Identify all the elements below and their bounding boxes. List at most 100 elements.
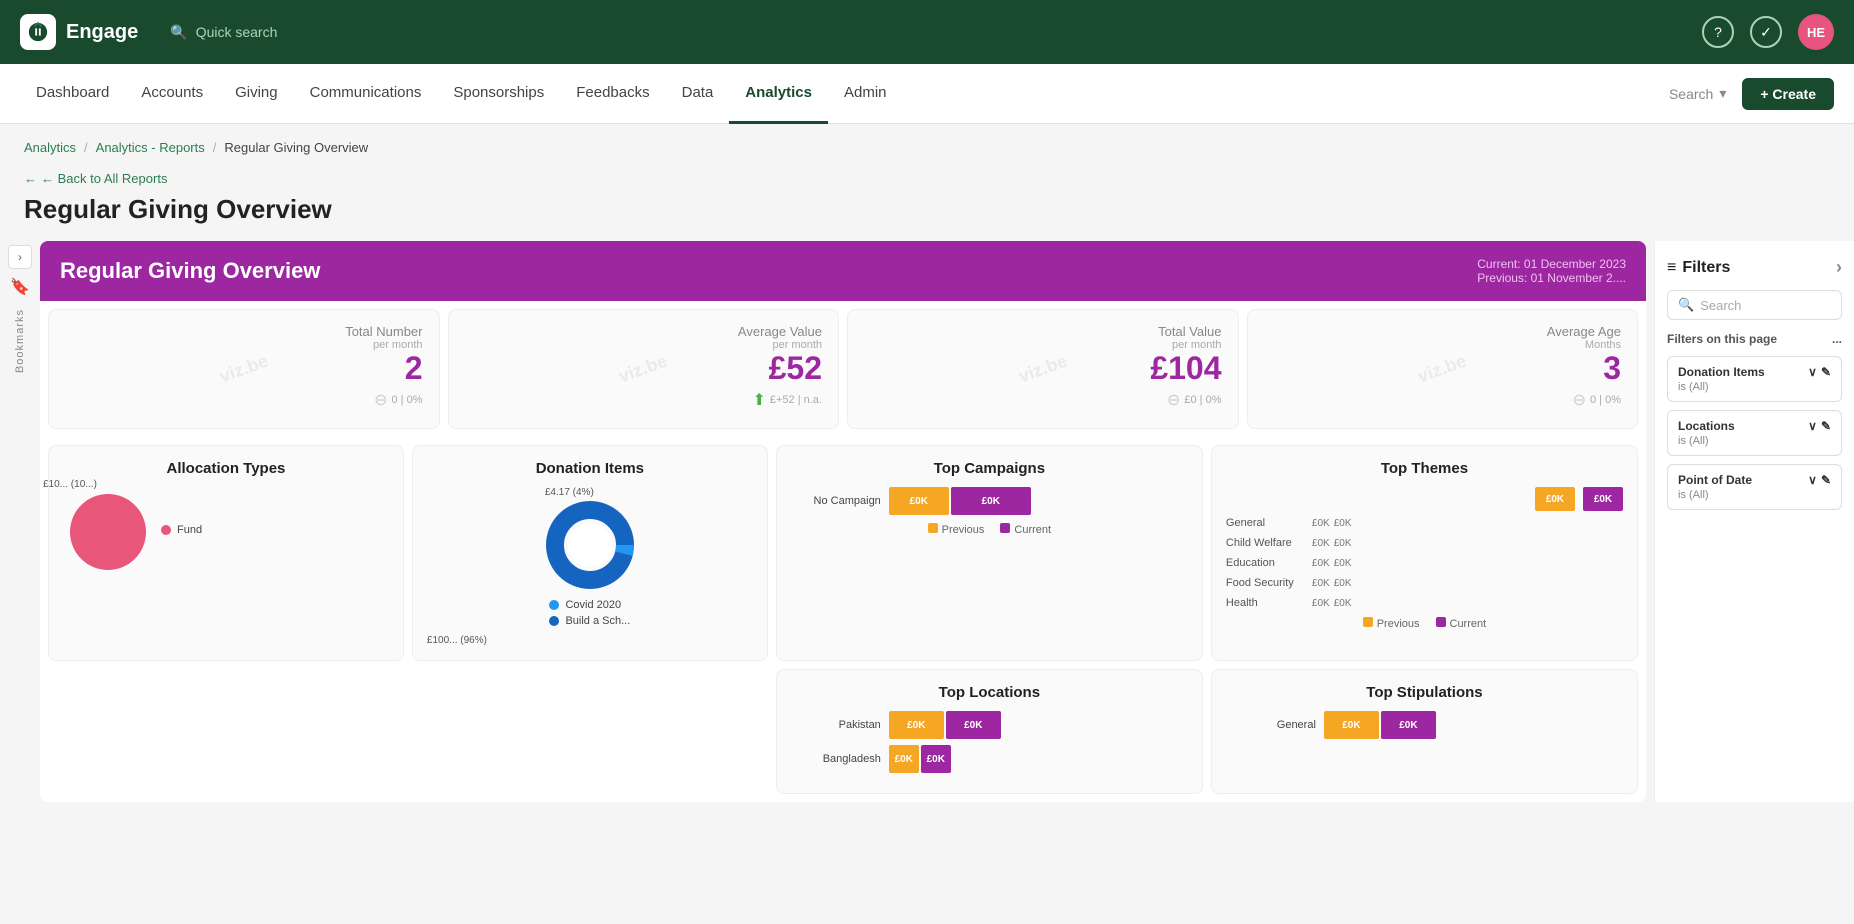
breadcrumb-reports[interactable]: Analytics - Reports: [96, 140, 205, 155]
theme-education-prev: £0K: [1312, 558, 1330, 569]
stipulation-general-bars: £0K £0K: [1324, 711, 1436, 739]
stat-total-number-change: 0 | 0%: [392, 394, 423, 406]
donation-inner-label: £100... (96%): [427, 635, 753, 646]
theme-row-education: Education £0K £0K: [1226, 557, 1623, 569]
filter-search-box[interactable]: 🔍 Search: [1667, 290, 1842, 320]
theme-row-general: General £0K £0K: [1226, 517, 1623, 529]
nav-item-feedbacks[interactable]: Feedbacks: [560, 64, 665, 124]
collapse-button[interactable]: ›: [8, 245, 32, 269]
chart-allocation-types: Allocation Types £10... (10...): [48, 445, 404, 661]
breadcrumb-analytics[interactable]: Analytics: [24, 140, 76, 155]
filter-search-placeholder: Search: [1700, 298, 1741, 313]
nav-item-data[interactable]: Data: [666, 64, 730, 124]
pakistan-curr-bar: £0K: [946, 711, 1001, 739]
chart-top-campaigns: Top Campaigns No Campaign £0K £0K: [776, 445, 1203, 661]
charts-row-bottom: Top Locations Pakistan £0K £0K Banglades: [40, 661, 1646, 802]
bookmark-icon[interactable]: 🔖: [10, 277, 30, 297]
no-campaign-bars: £0K £0K: [889, 487, 1031, 515]
filter-icon: ≡: [1667, 259, 1676, 277]
spacer-1: [48, 669, 404, 794]
themes-legend-curr: Current: [1436, 617, 1487, 630]
stat-average-value: viz.be Average Value per month £52 ⬆ £+5…: [448, 309, 840, 429]
build-legend-dot: [549, 616, 559, 626]
avatar[interactable]: HE: [1798, 14, 1834, 50]
spacer-2: [412, 669, 768, 794]
campaign-row-no-campaign: No Campaign £0K £0K: [791, 487, 1188, 515]
campaigns-legend-prev: Previous: [928, 523, 985, 536]
filter-point-of-date-edit[interactable]: ✎: [1821, 473, 1831, 487]
nav-item-giving[interactable]: Giving: [219, 64, 294, 124]
themes-legend-prev: Previous: [1363, 617, 1420, 630]
location-row-pakistan: Pakistan £0K £0K: [791, 711, 1188, 739]
bangladesh-prev-bar: £0K: [889, 745, 919, 773]
theme-child-welfare-prev: £0K: [1312, 538, 1330, 549]
filter-point-of-date: Point of Date ∨ ✎ is (All): [1667, 464, 1842, 510]
no-campaign-prev-bar: £0K: [889, 487, 949, 515]
donation-legend: Covid 2020 Build a Sch...: [549, 599, 630, 631]
filter-donation-items-edit[interactable]: ✎: [1821, 365, 1831, 379]
create-button[interactable]: + Create: [1742, 78, 1834, 110]
report-area: Regular Giving Overview Current: 01 Dece…: [40, 241, 1854, 802]
chart-donation-items-title: Donation Items: [427, 460, 753, 477]
stat-total-number-value: 2: [65, 351, 423, 386]
nav-item-sponsorships[interactable]: Sponsorships: [437, 64, 560, 124]
stat-total-value-value: £104: [864, 351, 1222, 386]
chart-top-themes-title: Top Themes: [1226, 460, 1623, 477]
help-icon-button[interactable]: ?: [1702, 16, 1734, 48]
chart-top-stipulations-title: Top Stipulations: [1226, 684, 1623, 701]
stat-average-age: viz.be Average Age Months 3 ⊖ 0 | 0%: [1247, 309, 1639, 429]
nav-item-admin[interactable]: Admin: [828, 64, 903, 124]
chart-top-themes: Top Themes £0K £0K General £0K £0K: [1211, 445, 1638, 661]
stat-average-value-label: Average Value: [465, 324, 823, 339]
logo[interactable]: Engage: [20, 14, 138, 50]
nav-item-communications[interactable]: Communications: [294, 64, 438, 124]
main-nav: Dashboard Accounts Giving Communications…: [0, 64, 1854, 124]
search-icon: 🔍: [170, 24, 187, 41]
logo-icon: [20, 14, 56, 50]
app-name: Engage: [66, 21, 138, 44]
nav-item-accounts[interactable]: Accounts: [125, 64, 219, 124]
donation-outer-label: £4.17 (4%): [545, 487, 635, 498]
filters-title: Filters: [1682, 259, 1730, 277]
theme-row-health: Health £0K £0K: [1226, 597, 1623, 609]
top-campaigns-bars: No Campaign £0K £0K: [791, 487, 1188, 515]
themes-header-prev: £0K: [1535, 487, 1575, 511]
covid-legend-label: Covid 2020: [565, 599, 621, 611]
back-link[interactable]: ← ← Back to All Reports: [24, 171, 1830, 186]
top-stipulations-bars: General £0K £0K: [1226, 711, 1623, 739]
chart-allocation-types-title: Allocation Types: [63, 460, 389, 477]
top-bar: Engage 🔍 Quick search ? ✓ HE: [0, 0, 1854, 64]
check-icon-button[interactable]: ✓: [1750, 16, 1782, 48]
report-title: Regular Giving Overview: [60, 258, 320, 284]
filter-donation-items: Donation Items ∨ ✎ is (All): [1667, 356, 1842, 402]
theme-row-child-welfare: Child Welfare £0K £0K: [1226, 537, 1623, 549]
fund-legend-dot: [161, 525, 171, 535]
bangladesh-bars: £0K £0K: [889, 745, 951, 773]
current-date: Current: 01 December 2023: [1477, 257, 1626, 271]
nav-right: Search ▾ + Create: [1669, 78, 1834, 110]
report-dates: Current: 01 December 2023 Previous: 01 N…: [1477, 257, 1626, 285]
filter-locations: Locations ∨ ✎ is (All): [1667, 410, 1842, 456]
filter-locations-edit[interactable]: ✎: [1821, 419, 1831, 433]
stipulation-row-general: General £0K £0K: [1226, 711, 1623, 739]
allocation-legend: Fund: [161, 524, 202, 540]
filter-point-of-date-chevron[interactable]: ∨: [1808, 473, 1817, 487]
theme-row-food-security: Food Security £0K £0K: [1226, 577, 1623, 589]
nav-item-analytics[interactable]: Analytics: [729, 64, 828, 124]
filter-locations-chevron[interactable]: ∨: [1808, 419, 1817, 433]
stat-average-value-value: £52: [465, 351, 823, 386]
report-header: Regular Giving Overview Current: 01 Dece…: [40, 241, 1646, 301]
theme-education-bars: £0K £0K: [1312, 558, 1352, 569]
bangladesh-curr-bar: £0K: [921, 745, 951, 773]
nav-search[interactable]: Search ▾: [1669, 85, 1726, 102]
pakistan-bars: £0K £0K: [889, 711, 1001, 739]
quick-search[interactable]: 🔍 Quick search: [170, 24, 277, 41]
nav-item-dashboard[interactable]: Dashboard: [20, 64, 125, 124]
filters-expand-icon[interactable]: ›: [1836, 257, 1842, 278]
theme-food-security-bars: £0K £0K: [1312, 578, 1352, 589]
theme-education-curr: £0K: [1334, 558, 1352, 569]
filter-donation-items-chevron[interactable]: ∨: [1808, 365, 1817, 379]
filter-donation-items-label: Donation Items: [1678, 365, 1765, 379]
filters-on-page: Filters on this page ...: [1667, 332, 1842, 346]
filters-sidebar: ≡ Filters › 🔍 Search Filters on this pag…: [1654, 241, 1854, 802]
